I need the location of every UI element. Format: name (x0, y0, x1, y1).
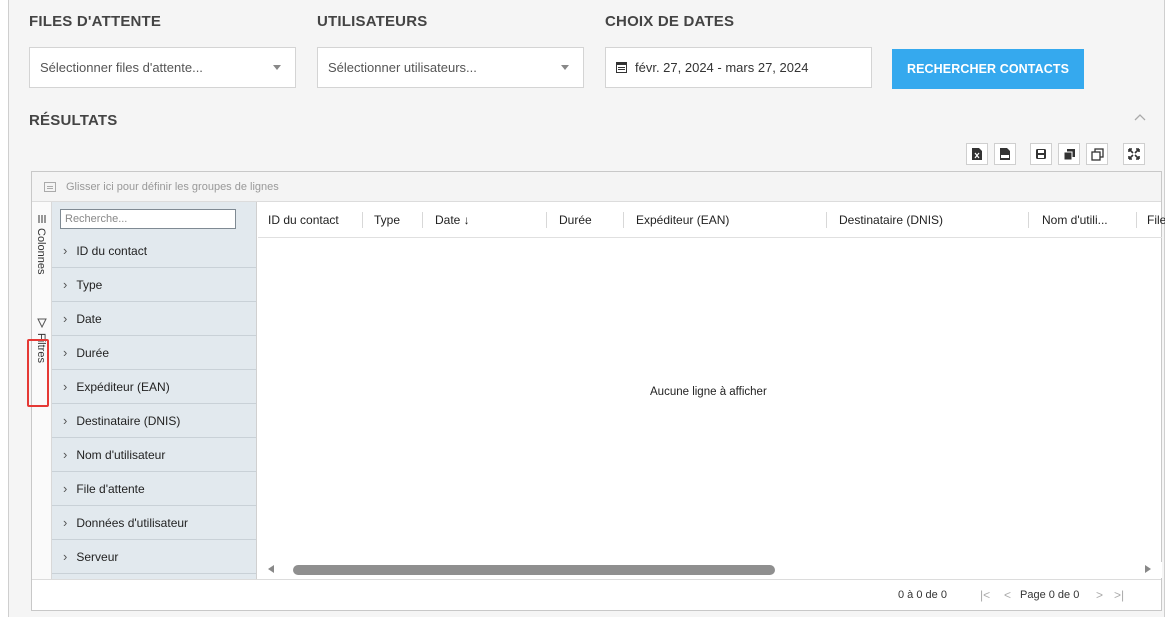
column-list-item[interactable]: › ID du contact (52, 234, 256, 268)
previous-page-icon[interactable]: < (1004, 588, 1011, 602)
dates-title: CHOIX DE DATES (605, 13, 735, 30)
column-list-item-label: Expéditeur (EAN) (76, 379, 170, 394)
column-list-item[interactable]: › Type (52, 268, 256, 302)
fullscreen-button[interactable] (1123, 143, 1145, 165)
header-separator (1136, 212, 1137, 228)
filter-icon (37, 318, 47, 328)
header-duration[interactable]: Durée (559, 202, 592, 238)
chevron-right-icon: › (63, 243, 68, 258)
grid-footer: 0 à 0 de 0 |< < Page 0 de 0 > >| (32, 579, 1161, 611)
row-group-drop-zone[interactable]: Glisser ici pour définir les groupes de … (32, 172, 1161, 202)
scroll-left-icon[interactable] (268, 565, 274, 573)
chevron-right-icon: › (63, 311, 68, 326)
columns-tool-panel: Recherche... › ID du contact › Type › Date › Du… (52, 202, 257, 579)
export-csv-icon (1000, 148, 1010, 160)
column-list-item[interactable]: › Données d'utilisateur (52, 506, 256, 540)
column-list-item[interactable]: › Durée (52, 336, 256, 370)
column-list-item[interactable]: › Destinataire (DNIS) (52, 404, 256, 438)
filters-tab-highlight (27, 339, 49, 407)
calendar-icon (616, 62, 627, 73)
column-list-item[interactable]: › Nom d'utilisateur (52, 438, 256, 472)
column-list-item[interactable]: › File d'attente (52, 472, 256, 506)
header-separator (623, 212, 624, 228)
header-username[interactable]: Nom d'utili... (1042, 202, 1108, 238)
header-separator (826, 212, 827, 228)
column-list-item-label: Données d'utilisateur (76, 515, 189, 530)
grid-header: ID du contact Type Date ↓ Durée Expédite… (258, 202, 1165, 238)
export-excel-button[interactable] (966, 143, 988, 165)
first-page-icon[interactable]: |< (980, 588, 990, 602)
row-group-icon (44, 181, 56, 192)
row-range-summary: 0 à 0 de 0 (898, 589, 947, 601)
date-range-picker[interactable]: févr. 27, 2024 - mars 27, 2024 (605, 47, 872, 88)
column-list-item-label: File d'attente (76, 481, 145, 496)
fullscreen-icon (1128, 148, 1140, 160)
chevron-right-icon: › (63, 447, 68, 462)
header-separator (546, 212, 547, 228)
results-title: RÉSULTATS (29, 112, 118, 129)
column-list-item-label: Nom d'utilisateur (76, 447, 166, 462)
save-icon (1036, 149, 1046, 159)
queues-select-placeholder: Sélectionner files d'attente... (40, 60, 203, 75)
header-type[interactable]: Type (374, 202, 400, 238)
date-range-value: févr. 27, 2024 - mars 27, 2024 (635, 60, 809, 75)
header-queue[interactable]: File (1147, 202, 1165, 238)
queues-title: FILES D'ATTENTE (29, 13, 162, 30)
header-separator (362, 212, 363, 228)
copy-icon (1063, 148, 1075, 160)
export-excel-icon (972, 148, 982, 160)
column-list-item[interactable]: › Expéditeur (EAN) (52, 370, 256, 404)
export-csv-button[interactable] (994, 143, 1016, 165)
column-search-input[interactable]: Recherche... (60, 209, 236, 229)
copy-button[interactable] (1058, 143, 1080, 165)
contact-search-panel: FILES D'ATTENTE UTILISATEURS CHOIX DE DA… (8, 0, 1165, 617)
column-list-item-label: Serveur (76, 549, 119, 564)
row-group-hint: Glisser ici pour définir les groupes de … (66, 180, 279, 193)
column-list-item-label: Destinataire (DNIS) (76, 413, 181, 428)
column-list-item-label: Type (76, 277, 103, 292)
queues-select[interactable]: Sélectionner files d'attente... (29, 47, 296, 88)
chevron-right-icon: › (63, 413, 68, 428)
restore-button[interactable] (1086, 143, 1108, 165)
users-title: UTILISATEURS (317, 13, 428, 30)
users-select-placeholder: Sélectionner utilisateurs... (328, 60, 477, 75)
save-button[interactable] (1030, 143, 1052, 165)
column-list-item-label: ID du contact (76, 243, 148, 258)
header-date[interactable]: Date ↓ (435, 202, 470, 238)
chevron-right-icon: › (63, 379, 68, 394)
columns-tab[interactable]: Colonnes (35, 228, 47, 274)
scroll-right-icon[interactable] (1145, 565, 1151, 573)
column-list-item[interactable]: › Serveur (52, 540, 256, 574)
chevron-up-icon[interactable] (1134, 112, 1146, 124)
restore-icon (1090, 147, 1104, 161)
columns-icon (38, 215, 46, 223)
column-list-item[interactable]: › Date (52, 302, 256, 336)
empty-grid-message: Aucune ligne à afficher (650, 386, 767, 398)
search-contacts-button[interactable]: RECHERCHER CONTACTS (892, 49, 1084, 89)
users-select[interactable]: Sélectionner utilisateurs... (317, 47, 584, 88)
next-page-icon[interactable]: > (1096, 588, 1103, 602)
column-list-item-label: Durée (76, 345, 110, 360)
chevron-down-icon (561, 65, 569, 70)
chevron-down-icon (273, 65, 281, 70)
chevron-right-icon: › (63, 549, 68, 564)
header-recipient-dnis[interactable]: Destinataire (DNIS) (839, 202, 943, 238)
grid-scroll-thumb[interactable] (293, 565, 775, 575)
side-tabs: Colonnes Filtres (27, 202, 52, 579)
chevron-right-icon: › (63, 345, 68, 360)
header-sender-ean[interactable]: Expéditeur (EAN) (636, 202, 729, 238)
header-separator (422, 212, 423, 228)
header-separator (1028, 212, 1029, 228)
column-list-item-label: Date (76, 311, 102, 326)
chevron-right-icon: › (63, 481, 68, 496)
header-contact-id[interactable]: ID du contact (268, 202, 339, 238)
page-indicator: Page 0 de 0 (1020, 589, 1080, 601)
last-page-icon[interactable]: >| (1114, 588, 1124, 602)
results-grid: Glisser ici pour définir les groupes de … (27, 171, 1165, 611)
chevron-right-icon: › (63, 277, 68, 292)
chevron-right-icon: › (63, 515, 68, 530)
